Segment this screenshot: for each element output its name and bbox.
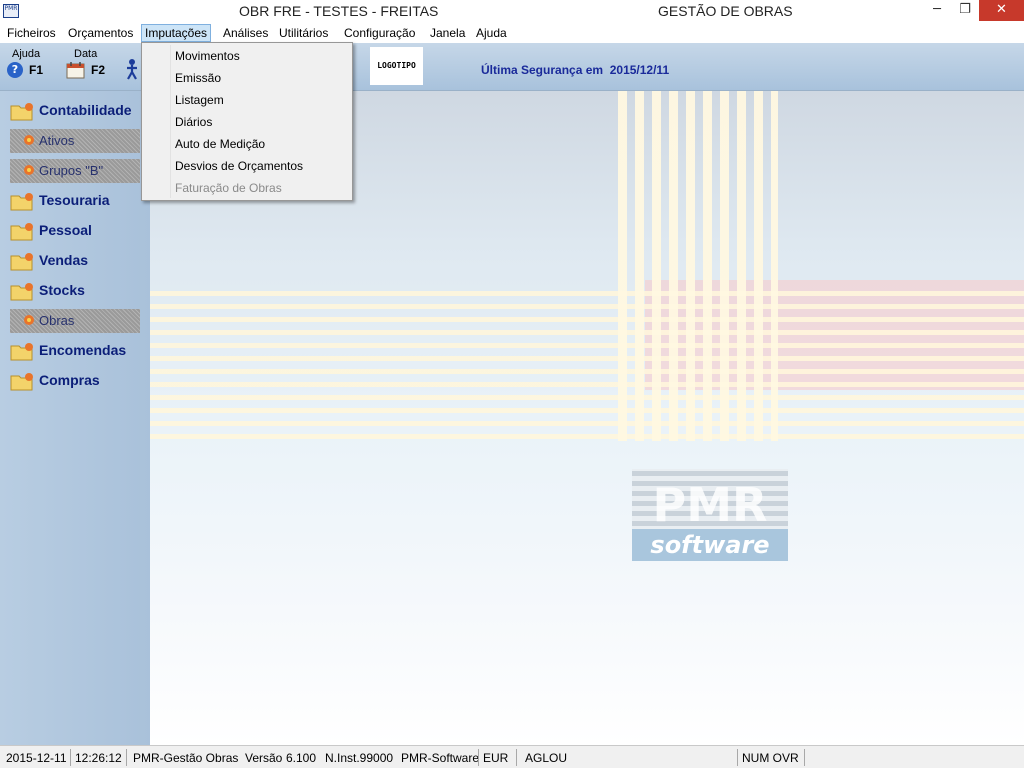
imputacoes-dropdown: Movimentos Emissão Listagem Diários Auto… xyxy=(141,42,353,201)
folder-icon xyxy=(10,253,33,271)
menu-item-faturacao-obras: Faturação de Obras xyxy=(175,181,282,195)
module-title: GESTÃO DE OBRAS xyxy=(658,3,793,19)
sidebar-item-label: Pessoal xyxy=(39,222,92,238)
status-app: PMR-Gestão Obras xyxy=(133,751,239,765)
folder-icon xyxy=(10,103,33,121)
decor-lines-horizontal xyxy=(150,291,1024,441)
sidebar-item-tesouraria[interactable]: Tesouraria xyxy=(10,189,142,213)
app-icon[interactable]: PMR xyxy=(3,4,19,18)
status-bar: 2015-12-11 12:26:12 PMR-Gestão Obras Ver… xyxy=(0,745,1024,768)
menu-orcamentos[interactable]: Orçamentos xyxy=(65,24,136,42)
window-title: OBR FRE - TESTES - FREITAS xyxy=(239,3,439,19)
sidebar-item-grupos-b[interactable]: Grupos "B" xyxy=(10,159,140,183)
status-divider xyxy=(126,749,127,766)
folder-icon xyxy=(10,373,33,391)
sidebar-item-label: Tesouraria xyxy=(39,192,110,208)
menu-ajuda[interactable]: Ajuda xyxy=(473,24,510,42)
date-key: F2 xyxy=(91,63,106,77)
star-icon xyxy=(24,135,34,145)
sidebar-item-label: Encomendas xyxy=(39,342,127,358)
date-label: Data xyxy=(74,48,98,60)
sidebar-item-pessoal[interactable]: Pessoal xyxy=(10,219,142,243)
folder-icon xyxy=(10,283,33,301)
menu-item-desvios-orcamentos[interactable]: Desvios de Orçamentos xyxy=(175,155,303,177)
sidebar-item-label: Compras xyxy=(39,372,100,388)
menu-utilitarios[interactable]: Utilitários xyxy=(276,24,331,42)
folder-icon xyxy=(10,343,33,361)
menu-imputacoes[interactable]: Imputações xyxy=(141,24,212,42)
last-backup: Última Segurança em 2015/12/11 xyxy=(481,63,669,77)
sidebar-item-ativos[interactable]: Ativos xyxy=(10,129,140,153)
sidebar-item-label: Stocks xyxy=(39,282,85,298)
menu-item-listagem[interactable]: Listagem xyxy=(175,89,224,111)
star-icon xyxy=(24,315,34,325)
menu-janela[interactable]: Janela xyxy=(427,24,468,42)
menu-item-movimentos[interactable]: Movimentos xyxy=(175,45,240,67)
menu-item-auto-medicao[interactable]: Auto de Medição xyxy=(175,133,265,155)
help-label: Ajuda xyxy=(12,48,41,60)
date-button[interactable]: Data F2 xyxy=(66,48,110,86)
menu-item-emissao[interactable]: Emissão xyxy=(175,67,221,89)
status-version-label: Versão xyxy=(245,751,283,765)
sidebar-item-label: Vendas xyxy=(39,252,89,268)
folder-icon xyxy=(10,223,33,241)
sidebar-item-encomendas[interactable]: Encomendas xyxy=(10,339,142,363)
sidebar-item-label: Ativos xyxy=(39,133,75,148)
restore-button[interactable]: ❐ xyxy=(951,0,979,21)
folder-icon xyxy=(10,193,33,211)
menu-bar: Ficheiros Orçamentos Imputações Análises… xyxy=(0,23,1024,43)
sidebar-item-obras[interactable]: Obras xyxy=(10,309,140,333)
status-divider xyxy=(737,749,738,766)
status-version: 6.100 xyxy=(286,751,317,765)
close-button[interactable]: ✕ xyxy=(979,0,1024,21)
star-icon xyxy=(24,165,34,175)
sidebar: Contabilidade Ativos Grupos "B" Tesourar… xyxy=(0,91,150,745)
watermark-product: software xyxy=(650,531,769,559)
last-backup-date: 2015/12/11 xyxy=(609,63,670,77)
status-time: 12:26:12 xyxy=(75,751,122,765)
status-divider xyxy=(804,749,805,766)
sidebar-item-vendas[interactable]: Vendas xyxy=(10,249,142,273)
help-icon: ? xyxy=(7,62,23,78)
status-installation: N.Inst.99000 xyxy=(325,751,394,765)
sidebar-item-compras[interactable]: Compras xyxy=(10,369,142,393)
sidebar-item-label: Contabilidade xyxy=(39,102,132,118)
last-backup-label: Última Segurança em xyxy=(481,63,604,77)
help-button[interactable]: Ajuda ? F1 xyxy=(7,48,47,86)
menu-analises[interactable]: Análises xyxy=(220,24,271,42)
status-divider xyxy=(70,749,71,766)
decor-lines-vertical xyxy=(618,91,778,441)
person-icon[interactable] xyxy=(124,58,140,80)
menu-item-diarios[interactable]: Diários xyxy=(175,111,212,133)
pmr-software-logo: PMR software xyxy=(632,469,788,561)
sidebar-item-label: Grupos "B" xyxy=(39,163,104,178)
status-company: PMR-Software xyxy=(401,751,480,765)
dropdown-gutter xyxy=(170,45,171,198)
menu-ficheiros[interactable]: Ficheiros xyxy=(4,24,59,42)
watermark-brand: PMR xyxy=(653,478,768,532)
sidebar-item-contabilidade[interactable]: Contabilidade xyxy=(10,99,142,123)
status-keys: NUM OVR xyxy=(742,751,799,765)
logo-box: LOGOTIPO xyxy=(370,47,423,85)
status-currency: EUR xyxy=(483,751,509,765)
title-bar: PMR OBR FRE - TESTES - FREITAS GESTÃO DE… xyxy=(0,0,1024,23)
sidebar-item-stocks[interactable]: Stocks xyxy=(10,279,142,303)
calendar-icon xyxy=(66,62,85,79)
minimize-button[interactable]: ─ xyxy=(923,0,951,21)
sidebar-item-label: Obras xyxy=(39,313,75,328)
status-user: AGLOU xyxy=(525,751,568,765)
status-divider xyxy=(478,749,479,766)
status-divider xyxy=(516,749,517,766)
help-key: F1 xyxy=(29,63,44,77)
menu-configuracao[interactable]: Configuração xyxy=(341,24,418,42)
status-date: 2015-12-11 xyxy=(6,751,67,765)
